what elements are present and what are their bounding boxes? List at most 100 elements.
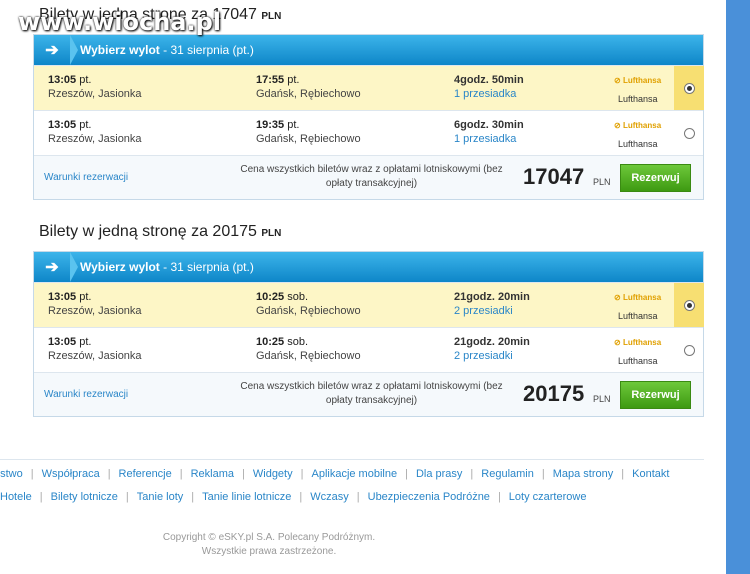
offer-footer: Warunki rezerwacji Cena wszystkich bilet…	[34, 155, 703, 199]
footer-link[interactable]: Mapa strony	[553, 468, 614, 480]
stops-link[interactable]: 2 przesiadki	[454, 349, 530, 363]
offer-header: ➔ Wybierz wylot - 31 sierpnia (pt.)	[34, 35, 703, 65]
flight-row[interactable]: 13:05 pt. Rzeszów, Jasionka 10:25 sob. G…	[34, 282, 704, 327]
stops-link[interactable]: 1 przesiadka	[454, 87, 524, 101]
footer-link[interactable]: Referencje	[119, 468, 172, 480]
arrival-time: 10:25	[256, 291, 285, 303]
departure-place: Rzeszów, Jasionka	[48, 350, 142, 362]
arrival-time: 17:55	[256, 74, 285, 86]
duration: 6godz. 30min	[454, 119, 524, 131]
footer-divider	[0, 459, 704, 460]
price-note: Cena wszystkich biletów wraz z opłatami …	[240, 164, 503, 189]
arrival-day: pt.	[287, 74, 300, 86]
arrival: 17:55 pt. Gdańsk, Rębiechowo	[256, 73, 361, 101]
airline-name: Lufthansa	[618, 139, 658, 149]
booking-conditions-link[interactable]: Warunki rezerwacji	[44, 389, 128, 400]
footer-link[interactable]: Reklama	[191, 468, 234, 480]
section-title-text: Bilety w jedną stronę za 20175	[39, 223, 257, 240]
offer-header-text: Wybierz wylot - 31 sierpnia (pt.)	[80, 260, 254, 274]
select-flight[interactable]	[674, 328, 704, 372]
trip-info: 21godz. 20min 2 przesiadki	[454, 335, 530, 363]
flight-row[interactable]: 13:05 pt. Rzeszów, Jasionka 17:55 pt. Gd…	[34, 65, 704, 110]
departure-place: Rzeszów, Jasionka	[48, 305, 142, 317]
radio-button[interactable]	[683, 82, 695, 94]
footer-link[interactable]: Wczasy	[310, 491, 349, 503]
book-button[interactable]: Rezerwuj	[620, 164, 691, 192]
radio-button[interactable]	[683, 127, 695, 139]
price-note: Cena wszystkich biletów wraz z opłatami …	[240, 381, 503, 406]
copyright-line: Copyright © eSKY.pl S.A. Polecany Podróż…	[162, 532, 376, 543]
price-currency: PLN	[593, 177, 611, 187]
departure: 13:05 pt. Rzeszów, Jasionka	[48, 118, 142, 146]
footer-link[interactable]: Tanie loty	[137, 491, 183, 503]
airline-name: Lufthansa	[618, 94, 658, 104]
copyright: Copyright © eSKY.pl S.A. Polecany Podróż…	[150, 531, 388, 559]
arrow-right-icon: ➔	[45, 259, 59, 276]
flight-row[interactable]: 13:05 pt. Rzeszów, Jasionka 19:35 pt. Gd…	[34, 110, 703, 155]
trip-info: 21godz. 20min 2 przesiadki	[454, 290, 530, 318]
lufthansa-logo-icon: ⊘ Lufthansa	[614, 293, 662, 302]
arrival: 19:35 pt. Gdańsk, Rębiechowo	[256, 118, 361, 146]
departure: 13:05 pt. Rzeszów, Jasionka	[48, 335, 142, 363]
copyright-line: Wszystkie prawa zastrzeżone.	[201, 546, 337, 557]
arrival-place: Gdańsk, Rębiechowo	[256, 305, 361, 317]
booking-conditions-link[interactable]: Warunki rezerwacji	[44, 172, 128, 183]
arrival-place: Gdańsk, Rębiechowo	[256, 133, 361, 145]
arrival-day: sob.	[287, 336, 308, 348]
select-flight[interactable]	[674, 283, 704, 327]
lufthansa-logo-icon: ⊘ Lufthansa	[614, 76, 662, 85]
right-edge-stripe	[726, 0, 750, 574]
footer-link[interactable]: Loty czarterowe	[509, 491, 587, 503]
departure-time: 13:05	[48, 74, 77, 86]
airline-name: Lufthansa	[618, 356, 658, 366]
footer-link[interactable]: Ubezpieczenia Podróżne	[368, 491, 490, 503]
footer-links-row-1: ństwo| Współpraca| Referencje| Reklama| …	[0, 468, 669, 480]
trip-info: 6godz. 30min 1 przesiadka	[454, 118, 524, 146]
total-price: 20175	[523, 381, 585, 406]
section-title: Bilety w jedną stronę za 20175 PLN	[39, 223, 281, 241]
departure-time: 13:05	[48, 119, 77, 131]
chevron-decoration	[70, 35, 78, 65]
departure-time: 13:05	[48, 336, 77, 348]
departure-day: pt.	[79, 119, 92, 131]
stops-link[interactable]: 2 przesiadki	[454, 304, 530, 318]
duration: 21godz. 20min	[454, 291, 530, 303]
footer-link[interactable]: Dla prasy	[416, 468, 462, 480]
footer-link[interactable]: Bilety lotnicze	[51, 491, 118, 503]
footer-link[interactable]: Hotele	[0, 491, 32, 503]
select-flight[interactable]	[674, 66, 704, 110]
arrival: 10:25 sob. Gdańsk, Rębiechowo	[256, 290, 361, 318]
flight-offer-box: ➔ Wybierz wylot - 31 sierpnia (pt.) 13:0…	[33, 34, 704, 200]
arrival: 10:25 sob. Gdańsk, Rębiechowo	[256, 335, 361, 363]
offer-header-text: Wybierz wylot - 31 sierpnia (pt.)	[80, 43, 254, 57]
arrival-time: 10:25	[256, 336, 285, 348]
watermark-logo: www.wiocha.pl	[18, 8, 222, 36]
footer-link[interactable]: Regulamin	[481, 468, 534, 480]
arrival-day: sob.	[287, 291, 308, 303]
footer-link[interactable]: ństwo	[0, 468, 23, 480]
footer-link[interactable]: Współpraca	[42, 468, 100, 480]
footer-link[interactable]: Kontakt	[632, 468, 669, 480]
book-button[interactable]: Rezerwuj	[620, 381, 691, 409]
flight-row[interactable]: 13:05 pt. Rzeszów, Jasionka 10:25 sob. G…	[34, 327, 703, 372]
radio-button[interactable]	[683, 299, 695, 311]
arrival-day: pt.	[287, 119, 300, 131]
departure-day: pt.	[79, 291, 92, 303]
lufthansa-logo-icon: ⊘ Lufthansa	[614, 121, 662, 130]
duration: 21godz. 20min	[454, 336, 530, 348]
departure-time: 13:05	[48, 291, 77, 303]
footer-links-row-2: Hotele | Bilety lotnicze | Tanie loty | Tan…	[0, 491, 587, 503]
duration: 4godz. 50min	[454, 74, 524, 86]
stops-link[interactable]: 1 przesiadka	[454, 132, 524, 146]
footer-link[interactable]: Aplikacje mobilne	[311, 468, 397, 480]
select-flight[interactable]	[674, 111, 704, 155]
arrival-place: Gdańsk, Rębiechowo	[256, 88, 361, 100]
radio-button[interactable]	[683, 344, 695, 356]
departure-place: Rzeszów, Jasionka	[48, 133, 142, 145]
total-price: 17047	[523, 164, 585, 189]
airline-name: Lufthansa	[618, 311, 658, 321]
departure: 13:05 pt. Rzeszów, Jasionka	[48, 290, 142, 318]
flight-offer-box: ➔ Wybierz wylot - 31 sierpnia (pt.) 13:0…	[33, 251, 704, 417]
footer-link[interactable]: Widgety	[253, 468, 293, 480]
footer-link[interactable]: Tanie linie lotnicze	[202, 491, 291, 503]
